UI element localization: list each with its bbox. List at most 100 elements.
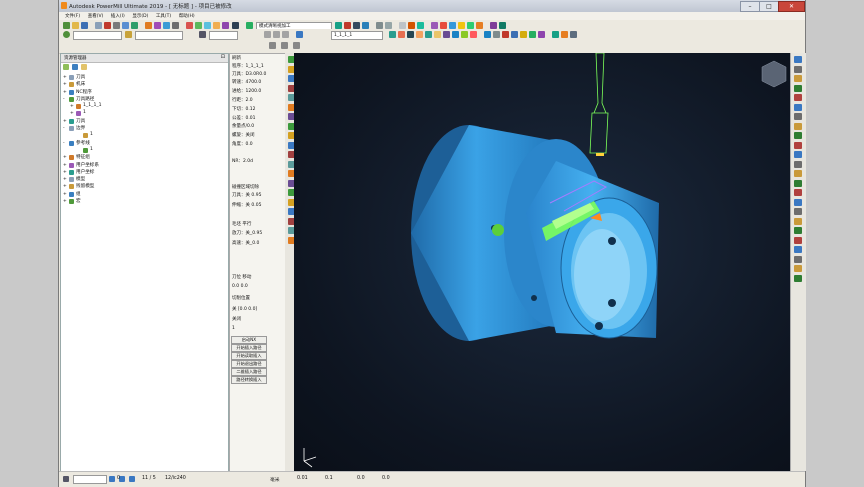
open-icon[interactable]: [72, 22, 79, 29]
leads-icon[interactable]: [389, 31, 396, 38]
workplane-icon[interactable]: [63, 31, 70, 38]
menu-help[interactable]: 帮助(H): [179, 13, 195, 19]
boundary-icon[interactable]: [113, 22, 120, 29]
expand-icon[interactable]: [293, 42, 300, 49]
strip-tool-icon[interactable]: [794, 198, 802, 206]
minimize-button[interactable]: –: [740, 1, 760, 12]
strip-tool-icon[interactable]: [794, 179, 802, 187]
strip-tool-icon[interactable]: [794, 217, 802, 225]
property-action-button[interactable]: 路径转换插入: [231, 376, 267, 384]
block-icon[interactable]: [95, 22, 102, 29]
tool-icon[interactable]: [104, 22, 111, 29]
strip-tool-icon[interactable]: [794, 236, 802, 244]
maximize-button[interactable]: □: [759, 1, 779, 12]
expand-toggle-icon[interactable]: +: [63, 170, 68, 175]
tab-planes-icon[interactable]: [72, 64, 78, 70]
property-action-button[interactable]: 二维插入路径: [231, 368, 267, 376]
status-grid-icon[interactable]: [109, 476, 115, 482]
verify-path-icon[interactable]: [461, 31, 468, 38]
axis-select[interactable]: [209, 31, 238, 40]
trim-icon[interactable]: [416, 31, 423, 38]
strip-tool-icon[interactable]: [794, 227, 802, 234]
expand-toggle-icon[interactable]: +: [63, 155, 68, 160]
calc-icon[interactable]: [335, 22, 342, 29]
toolpath-list-icon[interactable]: [296, 31, 303, 38]
strip-tool-icon[interactable]: [794, 170, 802, 177]
status-measure-icon[interactable]: [129, 476, 135, 482]
sim-step-icon[interactable]: [511, 31, 518, 38]
expand-toggle-icon[interactable]: +: [63, 199, 68, 204]
sim-rewind-icon[interactable]: [529, 31, 536, 38]
property-action-button[interactable]: 开始插入路径: [231, 344, 267, 352]
expand-toggle-icon[interactable]: +: [63, 90, 68, 95]
rect-icon[interactable]: [399, 22, 406, 29]
strip-tool-icon[interactable]: [794, 246, 802, 253]
point-icon[interactable]: [493, 31, 500, 38]
sim-stop-icon[interactable]: [520, 31, 527, 38]
tool-shade-icon[interactable]: [440, 22, 447, 29]
strip-tool-icon[interactable]: [794, 56, 802, 63]
machine-icon[interactable]: [490, 22, 497, 29]
wire-icon[interactable]: [385, 22, 392, 29]
close-button[interactable]: ✕: [778, 1, 805, 12]
property-action-button[interactable]: 开始退出路径: [231, 360, 267, 368]
strip-tool-icon[interactable]: [794, 113, 802, 120]
light-icon[interactable]: [458, 22, 465, 29]
tab-explorer-icon[interactable]: [63, 64, 69, 70]
strip-tool-icon[interactable]: [794, 208, 802, 215]
expand-toggle-icon[interactable]: +: [70, 104, 75, 109]
pause-icon[interactable]: [353, 22, 360, 29]
expand-toggle-icon[interactable]: +: [63, 75, 68, 80]
split-icon[interactable]: [434, 31, 441, 38]
render-icon[interactable]: [431, 22, 438, 29]
workplane-select[interactable]: [73, 31, 122, 40]
strip-tool-icon[interactable]: [794, 94, 802, 101]
expand-toggle-icon[interactable]: +: [63, 184, 68, 189]
expand-toggle-icon[interactable]: -: [63, 126, 68, 131]
strip-tool-icon[interactable]: [794, 189, 802, 196]
feature-icon[interactable]: [131, 22, 138, 29]
strip-tool-icon[interactable]: [794, 65, 802, 73]
axis-icon[interactable]: [499, 22, 506, 29]
status-workplane-icon[interactable]: [63, 476, 69, 482]
collision-icon[interactable]: [476, 22, 483, 29]
layer-select[interactable]: [135, 31, 183, 40]
strip-tool-icon[interactable]: [794, 265, 802, 272]
expand-toggle-icon[interactable]: +: [63, 177, 68, 182]
edit-icon[interactable]: [407, 31, 414, 38]
toolpath-icon[interactable]: [145, 22, 152, 29]
measure-icon[interactable]: [417, 22, 424, 29]
strip-tool-icon[interactable]: [794, 75, 802, 82]
strip-tool-icon[interactable]: [794, 103, 802, 111]
simulation-icon[interactable]: [154, 22, 161, 29]
stop-icon[interactable]: [344, 22, 351, 29]
links-icon[interactable]: [398, 31, 405, 38]
nc-program-icon[interactable]: [172, 22, 179, 29]
tab-help-icon[interactable]: [81, 64, 87, 70]
strip-tool-icon[interactable]: [794, 122, 802, 130]
gouge-icon[interactable]: [470, 31, 477, 38]
stock-icon[interactable]: [467, 22, 474, 29]
merge-icon[interactable]: [443, 31, 450, 38]
collapse-icon[interactable]: [281, 42, 288, 49]
expand-toggle-icon[interactable]: -: [63, 97, 68, 102]
property-action-button[interactable]: 启动NX: [231, 336, 267, 344]
axis-select-icon[interactable]: [199, 31, 206, 38]
filter-icon[interactable]: [269, 42, 276, 49]
menu-view[interactable]: 查看(V): [88, 13, 104, 19]
shade-icon[interactable]: [376, 22, 383, 29]
strip-tool-icon[interactable]: [794, 84, 802, 92]
graphics-viewport[interactable]: [294, 53, 790, 471]
pin-icon[interactable]: ⊡: [221, 54, 225, 60]
delete-icon[interactable]: [186, 22, 193, 29]
expand-toggle-icon[interactable]: +: [63, 119, 68, 124]
ok-icon[interactable]: [195, 22, 202, 29]
cut-icon[interactable]: [264, 31, 271, 38]
export-icon[interactable]: [552, 31, 559, 38]
status-workplane-select[interactable]: [73, 475, 107, 484]
print-icon[interactable]: [561, 31, 568, 38]
menu-display[interactable]: 显示(D): [132, 13, 148, 19]
pattern-icon[interactable]: [122, 22, 129, 29]
reorder-icon[interactable]: [425, 31, 432, 38]
menu-file[interactable]: 文件(F): [65, 13, 80, 19]
